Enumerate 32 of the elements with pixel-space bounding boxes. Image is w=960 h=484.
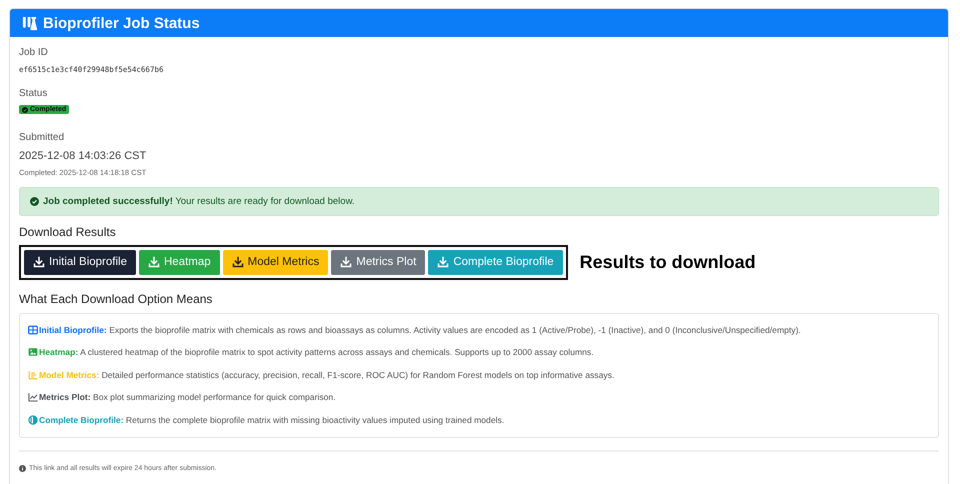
option-description: Metrics Plot: Box plot summarizing model performance for quick comparison.: [39, 392, 336, 402]
download-button[interactable]: Complete Bioprofile: [428, 250, 563, 274]
annotation-label: Results to download: [580, 252, 756, 272]
info-icon: [19, 465, 26, 472]
field-label: Submitted: [19, 132, 66, 142]
half-circle-icon: [28, 414, 38, 425]
field-label: Status: [19, 88, 48, 99]
check-circle-icon: [30, 196, 39, 206]
option-description: Complete Bioprofile: Returns the complete bioprofile matrix with missing bioactivity values imputed using trained models.: [39, 414, 504, 425]
card-title: Bioprofiler Job Status: [43, 14, 200, 32]
download-button[interactable]: Model Metrics: [222, 250, 328, 274]
table-icon: [28, 324, 38, 335]
image-icon: [28, 347, 38, 358]
download-button[interactable]: Initial Bioprofile: [24, 250, 136, 274]
bar-chart-icon: [28, 370, 38, 380]
download-icon: [340, 256, 352, 268]
download-icon: [437, 256, 450, 268]
flask-icon: [22, 16, 37, 30]
option-description: Model Metrics: Detailed performance statistics (accuracy, precision, recall, F1-score, ROC AUC) for Random Forest models on top informative assays.: [39, 370, 614, 380]
field-label: Job ID: [19, 47, 49, 58]
option-description: Initial Bioprofile: Exports the bioprofile matrix with chemicals as rows and bioassays as columns. Activity values are encoded as 1 (Active/Probe), -1 (Inactive), and 0 (Inconclusive/Unspecified/empty).: [39, 324, 801, 335]
section-heading: Download Results: [19, 224, 117, 238]
option-description: Heatmap: A clustered heatmap of the bioprofile matrix to spot activity patterns across assays and chemicals. Supports up to 2000 assay columns.: [39, 347, 594, 358]
line-chart-icon: [28, 392, 38, 402]
download-button[interactable]: Heatmap: [138, 250, 220, 274]
download-icon: [148, 256, 160, 268]
field-value: 2025-12-08 14:03:26 CST: [19, 150, 148, 162]
download-icon: [33, 256, 45, 268]
download-icon: [232, 256, 244, 268]
section-heading: What Each Download Option Means: [19, 292, 214, 306]
alert-message: Job completed successfully! Your results are ready for download below.: [43, 196, 355, 206]
download-button[interactable]: Metrics Plot: [331, 250, 426, 274]
